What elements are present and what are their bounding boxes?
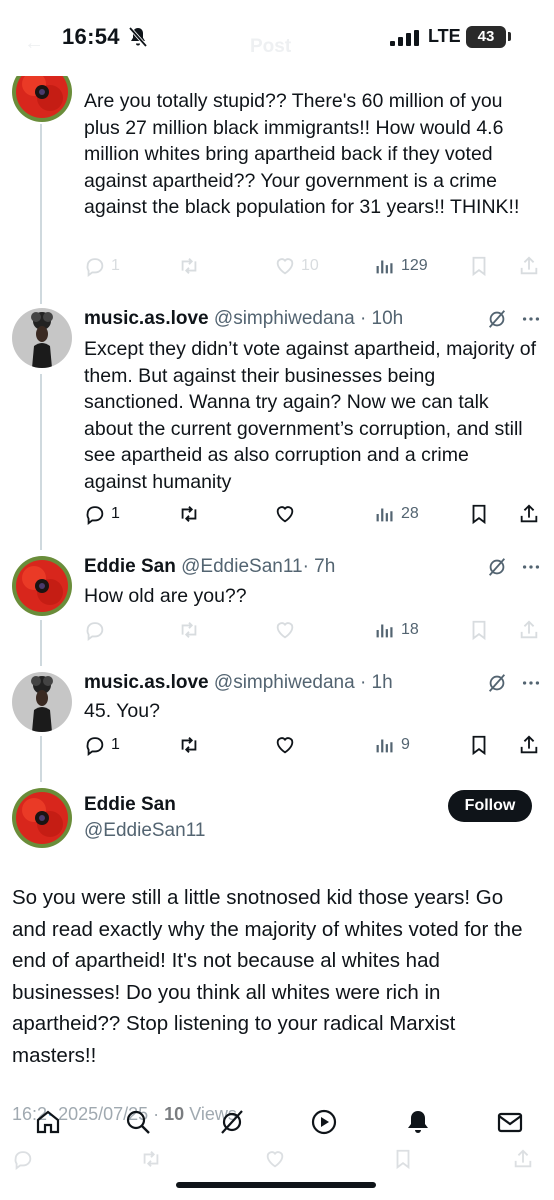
reply-count: 1: [111, 736, 120, 753]
heart-icon: [276, 737, 294, 754]
thread-line: [40, 736, 42, 782]
share-icon: [520, 256, 538, 275]
post-text: 45. You?: [84, 700, 160, 722]
analytics-icon: [376, 624, 393, 638]
avatar[interactable]: [12, 556, 72, 616]
grok-icon[interactable]: [486, 556, 508, 578]
share-button[interactable]: [518, 254, 540, 278]
share-button[interactable]: [518, 502, 540, 526]
post-actions: 1 9: [84, 733, 544, 757]
post-actions-extra: [84, 254, 544, 278]
follow-button[interactable]: Follow: [448, 790, 532, 822]
reply-icon[interactable]: [12, 1148, 34, 1170]
notifications-icon[interactable]: [404, 1108, 432, 1136]
grok-icon[interactable]: [218, 1108, 246, 1136]
analytics-icon: [376, 508, 393, 522]
bookmark-icon: [472, 735, 486, 756]
view-count: 28: [401, 505, 419, 522]
share-icon[interactable]: [512, 1148, 534, 1170]
main-post-text: So you were still a little snotnosed kid…: [12, 886, 523, 1067]
bottom-tab-bar: [0, 1096, 554, 1156]
bookmark-icon: [472, 504, 486, 525]
header-title: Post: [250, 36, 292, 57]
battery-indicator: 43: [466, 26, 506, 48]
avatar[interactable]: [12, 308, 72, 368]
views-button[interactable]: 18: [374, 618, 419, 642]
home-icon[interactable]: [34, 1108, 62, 1136]
reply-icon: [86, 506, 104, 525]
messages-icon[interactable]: [496, 1108, 524, 1136]
display-name[interactable]: music.as.love: [84, 308, 209, 329]
repost-icon[interactable]: [140, 1148, 162, 1170]
bookmark-button[interactable]: [468, 254, 490, 278]
reply-button[interactable]: 1: [84, 502, 120, 526]
home-indicator[interactable]: [176, 1182, 376, 1188]
views-button[interactable]: 9: [374, 733, 410, 757]
handle[interactable]: @simphiwedana: [214, 672, 355, 693]
network-type: LTE: [428, 26, 461, 46]
handle[interactable]: @simphiwedana: [214, 308, 355, 329]
share-icon: [520, 735, 538, 754]
post-text: How old are you??: [84, 585, 247, 607]
post-time: · 10h: [359, 308, 404, 329]
post-actions-views: 18: [84, 618, 544, 642]
back-arrow-icon[interactable]: ←: [24, 32, 44, 55]
main-post-actions: [12, 1148, 542, 1174]
post-time: · 1h: [359, 672, 393, 693]
grok-icon[interactable]: [486, 672, 508, 694]
post-header: music.as.love @simphiwedana · 1h: [84, 672, 393, 694]
thread-line: [40, 124, 42, 304]
views-button[interactable]: 28: [374, 502, 419, 526]
bookmark-icon: [472, 256, 486, 277]
reply-icon: [86, 737, 104, 756]
author-name[interactable]: Eddie San: [84, 794, 176, 816]
handle[interactable]: @EddieSan11: [181, 556, 302, 577]
like-button[interactable]: [274, 502, 296, 526]
repost-icon: [181, 506, 197, 522]
bookmark-button[interactable]: [468, 733, 490, 757]
grok-icon[interactable]: [486, 308, 508, 330]
avatar[interactable]: [12, 788, 72, 848]
bell-slash-icon: [128, 26, 148, 48]
status-bar: ← Post 16:54 LTE 43: [0, 0, 554, 76]
display-name[interactable]: music.as.love: [84, 672, 209, 693]
share-icon: [520, 504, 538, 523]
share-button[interactable]: [518, 733, 540, 757]
repost-button[interactable]: [178, 502, 200, 526]
post-header: music.as.love @simphiwedana · 10h: [84, 308, 403, 330]
video-icon[interactable]: [310, 1108, 338, 1136]
reply-count: 1: [111, 505, 120, 522]
post-time: · 7h: [302, 556, 336, 577]
bookmark-button[interactable]: [468, 502, 490, 526]
like-button[interactable]: [274, 733, 296, 757]
post-header: Eddie San @EddieSan11· 7h: [84, 556, 335, 578]
reply-button[interactable]: 1: [84, 733, 120, 757]
search-icon[interactable]: [124, 1108, 152, 1136]
heart-icon[interactable]: [264, 1148, 286, 1170]
display-name[interactable]: Eddie San: [84, 556, 176, 577]
analytics-icon: [376, 739, 393, 753]
thread-line: [40, 620, 42, 666]
view-count: 18: [401, 621, 419, 638]
more-icon[interactable]: [520, 556, 542, 578]
thread-line: [40, 374, 42, 550]
bookmark-icon[interactable]: [392, 1148, 414, 1170]
more-icon[interactable]: [520, 672, 542, 694]
view-count: 9: [401, 736, 410, 753]
post-text: Except they didn’t vote against aparthei…: [84, 338, 537, 493]
cellular-signal-icon: [390, 30, 419, 46]
post-text: Are you totally stupid?? There's 60 mill…: [84, 90, 520, 218]
repost-icon: [181, 737, 197, 753]
post-actions: 1 28: [84, 502, 544, 526]
heart-icon: [276, 506, 294, 523]
more-icon[interactable]: [520, 308, 542, 330]
status-time: 16:54: [62, 24, 120, 49]
repost-button[interactable]: [178, 733, 200, 757]
battery-tip: [508, 32, 511, 41]
avatar[interactable]: [12, 672, 72, 732]
author-handle[interactable]: @EddieSan11: [84, 820, 205, 842]
